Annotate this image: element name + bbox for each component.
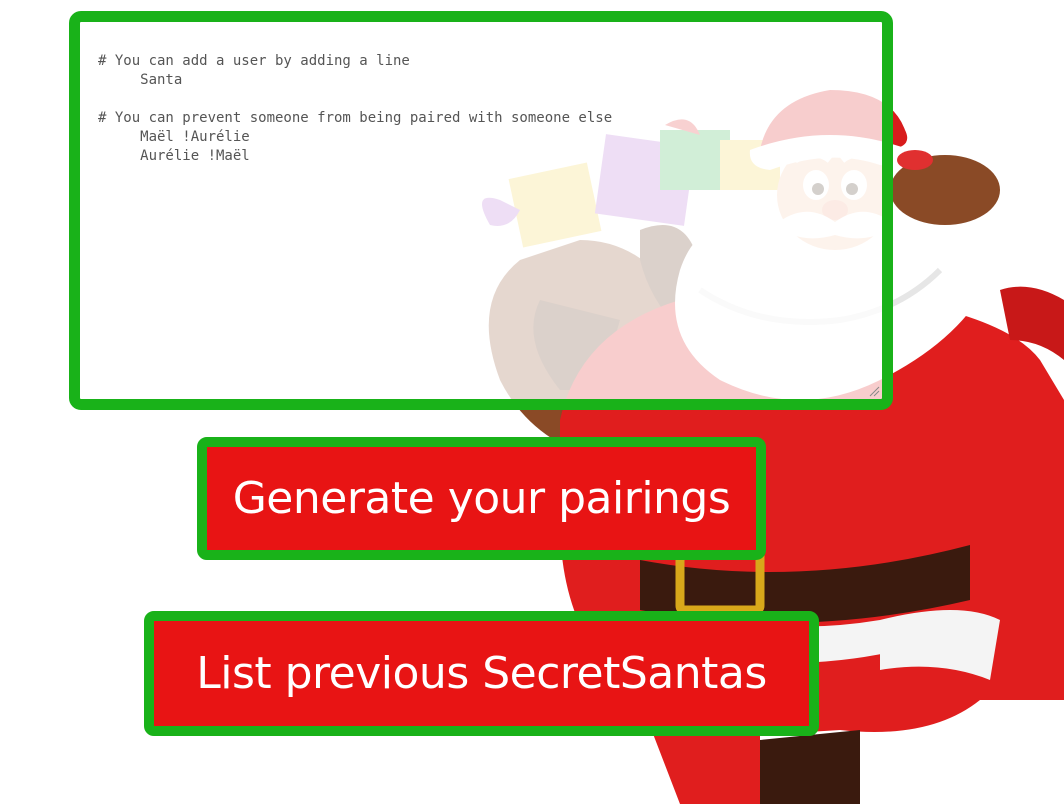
generate-pairings-label: Generate your pairings bbox=[232, 473, 731, 524]
list-previous-button[interactable]: List previous SecretSantas bbox=[144, 611, 819, 736]
secret-santa-page: # You can add a user by adding a line Sa… bbox=[0, 0, 1064, 804]
list-previous-label: List previous SecretSantas bbox=[196, 648, 767, 699]
resize-handle-icon[interactable] bbox=[868, 385, 880, 397]
generate-pairings-button[interactable]: Generate your pairings bbox=[197, 437, 766, 560]
pairing-rules-editor[interactable]: # You can add a user by adding a line Sa… bbox=[69, 11, 893, 410]
editor-content[interactable]: # You can add a user by adding a line Sa… bbox=[98, 52, 612, 166]
